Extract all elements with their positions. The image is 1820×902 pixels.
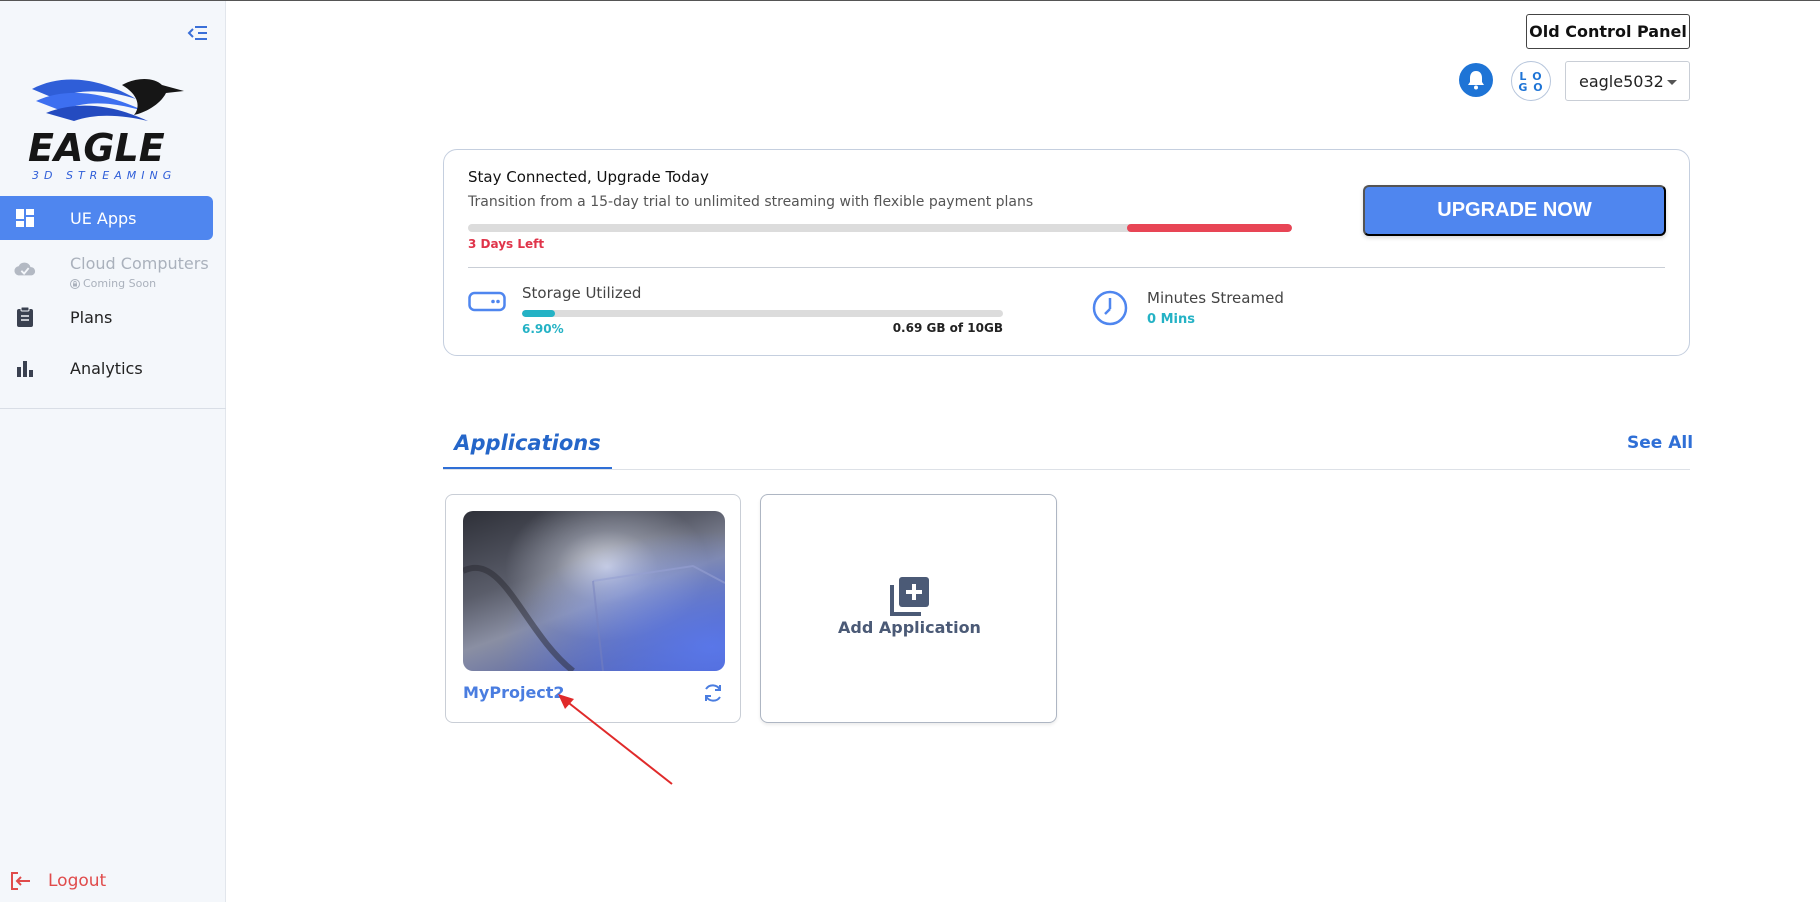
sidebar-item-label: UE Apps	[70, 208, 137, 228]
sidebar-item-label: Analytics	[70, 358, 143, 378]
sidebar-item-plans[interactable]: Plans	[0, 295, 213, 339]
logout-button[interactable]: Logout	[10, 871, 106, 891]
clipboard-icon	[14, 306, 36, 328]
days-left-text: 3 Days Left	[468, 237, 545, 251]
old-control-panel-button[interactable]: Old Control Panel	[1526, 14, 1690, 49]
svg-text:G O: G O	[1518, 81, 1543, 94]
card-divider	[468, 267, 1665, 268]
logout-icon	[11, 872, 30, 890]
add-application-card[interactable]: Add Application	[760, 494, 1057, 723]
tab-applications[interactable]: Applications	[443, 427, 612, 469]
lock-icon	[70, 278, 80, 289]
storage-progress-bar	[522, 310, 1003, 317]
eagle-logo: EAGLE 3D STREAMING	[26, 71, 186, 183]
add-application-label: Add Application	[838, 618, 981, 637]
notification-bell-icon[interactable]	[1459, 63, 1493, 97]
app-name[interactable]: MyProject2	[463, 683, 565, 702]
sidebar-divider	[0, 408, 226, 409]
tabs-divider	[443, 469, 1690, 470]
minutes-streamed-value: 0 Mins	[1147, 312, 1195, 327]
storage-label: Storage Utilized	[522, 284, 642, 302]
trial-progress-bar	[468, 224, 1292, 232]
upgrade-subtitle: Transition from a 15-day trial to unlimi…	[468, 194, 1034, 210]
hard-drive-icon	[468, 290, 506, 314]
dashboard-icon	[14, 207, 36, 229]
refresh-icon[interactable]	[702, 682, 724, 704]
user-dropdown[interactable]: eagle5032	[1565, 61, 1690, 101]
brand-name: EAGLE	[28, 126, 165, 170]
add-to-queue-icon	[889, 575, 931, 617]
bar-chart-icon	[14, 357, 36, 379]
upgrade-card: Stay Connected, Upgrade Today Transition…	[443, 149, 1690, 356]
sidebar-item-ue-apps[interactable]: UE Apps	[0, 196, 213, 240]
collapse-sidebar-icon[interactable]	[186, 23, 208, 43]
sidebar-item-label: Plans	[70, 307, 113, 327]
clock-icon	[1091, 289, 1129, 327]
cloud-check-icon	[14, 258, 36, 280]
app-thumbnail	[463, 511, 725, 671]
sidebar-item-cloud-computers: Cloud Computers Coming Soon	[0, 247, 213, 291]
app-card[interactable]: MyProject2	[445, 494, 741, 723]
storage-percent: 6.90%	[522, 322, 564, 336]
storage-amount: 0.69 GB of 10GB	[892, 321, 1003, 335]
coming-soon-note: Coming Soon	[70, 277, 156, 290]
chevron-down-icon	[1667, 80, 1677, 85]
sidebar: EAGLE 3D STREAMING UE Apps Cloud Compute…	[0, 1, 226, 902]
logout-label: Logout	[48, 871, 107, 891]
avatar[interactable]: L O G O	[1511, 61, 1551, 101]
username: eagle5032	[1579, 71, 1664, 91]
sidebar-item-analytics[interactable]: Analytics	[0, 346, 213, 390]
brand-tagline: 3D STREAMING	[32, 169, 176, 182]
see-all-link[interactable]: See All	[1627, 433, 1693, 453]
trial-progress-fill	[1127, 224, 1292, 232]
minutes-streamed-label: Minutes Streamed	[1147, 289, 1284, 307]
storage-progress-fill	[522, 310, 556, 317]
upgrade-now-button[interactable]: UPGRADE NOW	[1363, 185, 1666, 236]
upgrade-title: Stay Connected, Upgrade Today	[468, 168, 709, 186]
sidebar-item-label: Cloud Computers	[70, 254, 209, 273]
